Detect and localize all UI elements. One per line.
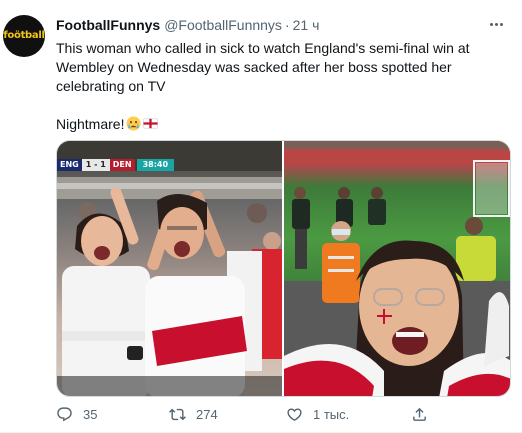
author-handle[interactable]: @FootballFunnnys bbox=[164, 17, 282, 33]
media-photo-selfie[interactable] bbox=[284, 141, 510, 396]
like-icon bbox=[287, 407, 302, 421]
scorebug-home-team: ENG bbox=[57, 159, 82, 171]
retweet-count: 274 bbox=[196, 406, 218, 422]
tweet-text-paragraph: This woman who called in sick to watch E… bbox=[56, 40, 470, 94]
selfie-illustration bbox=[284, 141, 510, 396]
tweet-text: This woman who called in sick to watch E… bbox=[56, 39, 508, 134]
reply-icon bbox=[57, 406, 72, 421]
match-scorebug: ENG 1 - 1 DEN 38:40 bbox=[57, 159, 175, 171]
scorebug-score: 1 - 1 bbox=[81, 159, 110, 171]
share-icon bbox=[413, 407, 426, 421]
separator-dot: · bbox=[284, 17, 290, 33]
tweet-text-paragraph-2: Nightmare! bbox=[56, 115, 508, 134]
like-count: 1 тыс. bbox=[313, 406, 350, 422]
share-button[interactable] bbox=[411, 404, 428, 424]
retweet-icon bbox=[169, 408, 186, 420]
fans-celebrating-illustration bbox=[57, 141, 282, 396]
reply-button[interactable]: 35 bbox=[56, 404, 97, 424]
avatar[interactable]: foötball bbox=[3, 15, 45, 57]
england-flag-emoji bbox=[143, 118, 159, 129]
retweet-button[interactable]: 274 bbox=[169, 404, 218, 424]
author-display-name[interactable]: FootballFunnys bbox=[56, 17, 160, 33]
tweet-media[interactable]: ENG 1 - 1 DEN 38:40 bbox=[56, 140, 511, 397]
tweet-text-nightmare: Nightmare! bbox=[56, 116, 125, 132]
media-photo-fans-celebrating[interactable]: ENG 1 - 1 DEN 38:40 bbox=[57, 141, 282, 396]
tweet-timestamp[interactable]: 21 ч bbox=[293, 17, 320, 33]
crying-face-emoji bbox=[126, 116, 141, 131]
scorebug-clock: 38:40 bbox=[136, 159, 175, 171]
like-button[interactable]: 1 тыс. bbox=[286, 404, 349, 424]
reply-count: 35 bbox=[83, 406, 98, 422]
tweet-card[interactable]: foötball FootballFunnys @FootballFunnnys… bbox=[0, 0, 522, 433]
avatar-logo-text: foötball bbox=[3, 30, 45, 41]
tweet-actions: 35 274 1 тыс. bbox=[56, 404, 508, 424]
more-options-icon[interactable] bbox=[486, 14, 506, 34]
scorebug-away-team: DEN bbox=[109, 159, 135, 171]
tweet-header: FootballFunnys @FootballFunnnys · 21 ч bbox=[56, 17, 492, 37]
